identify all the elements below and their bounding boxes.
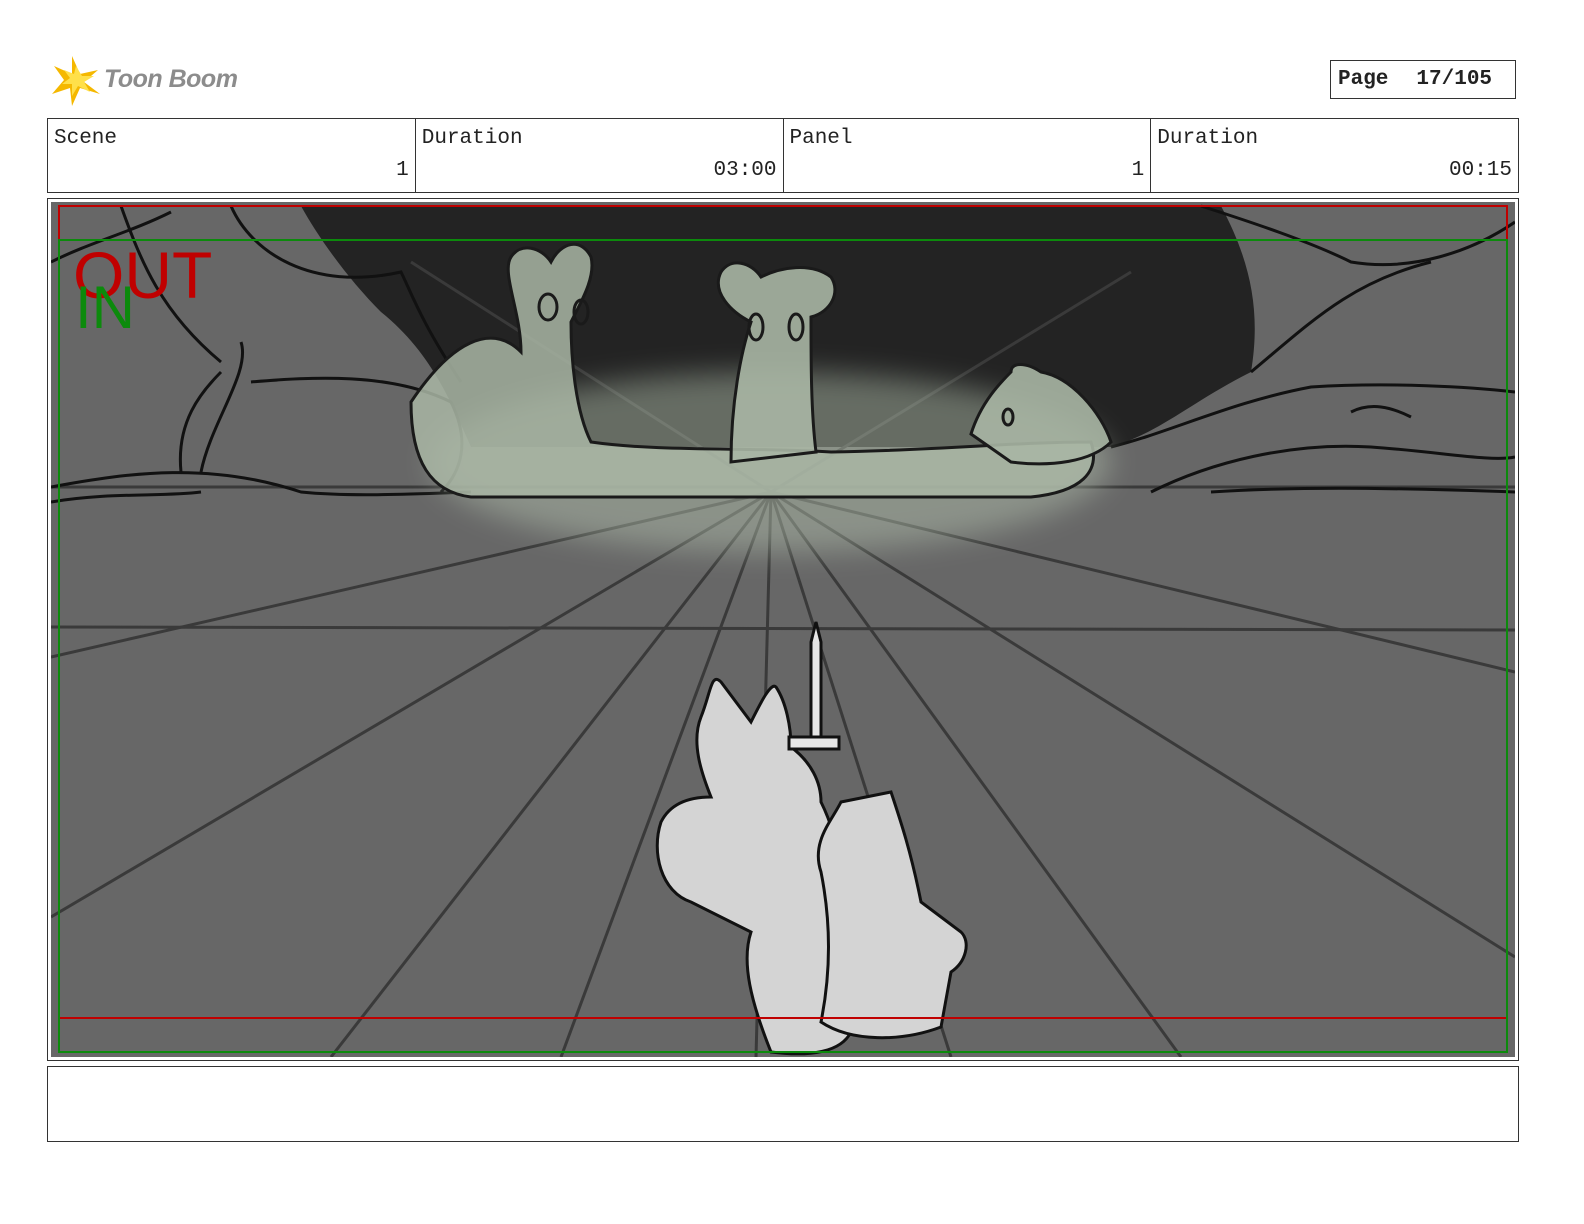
scene-value: 1 bbox=[396, 159, 409, 182]
panel-value: 1 bbox=[1131, 159, 1145, 182]
notes-box[interactable] bbox=[47, 1066, 1519, 1142]
starburst-icon bbox=[52, 56, 100, 106]
panel-label: Panel bbox=[789, 127, 853, 150]
panel-cell: Panel 1 bbox=[784, 119, 1152, 192]
scene-duration-value: 03:00 bbox=[713, 159, 777, 182]
page-value: 17/105 bbox=[1416, 68, 1493, 91]
in-label: IN bbox=[75, 274, 135, 341]
storyboard-panel-image[interactable]: OUT IN bbox=[51, 202, 1515, 1057]
panel-duration-cell: Duration 00:15 bbox=[1151, 119, 1518, 192]
scene-label: Scene bbox=[54, 127, 118, 150]
logo-text: Toon Boom bbox=[104, 65, 238, 93]
panel-duration-value: 00:15 bbox=[1448, 159, 1512, 182]
toon-boom-logo: Toon Boom bbox=[50, 54, 250, 108]
page-counter: Page 17/105 bbox=[1330, 60, 1516, 99]
page-label: Page bbox=[1338, 68, 1389, 91]
scene-duration-cell: Duration 03:00 bbox=[416, 119, 784, 192]
scene-duration-label: Duration bbox=[421, 127, 523, 150]
info-table: Scene 1 Duration 03:00 Panel 1 Duration … bbox=[47, 118, 1519, 193]
scene-cell: Scene 1 bbox=[48, 119, 416, 192]
panel-duration-label: Duration bbox=[1157, 127, 1259, 150]
